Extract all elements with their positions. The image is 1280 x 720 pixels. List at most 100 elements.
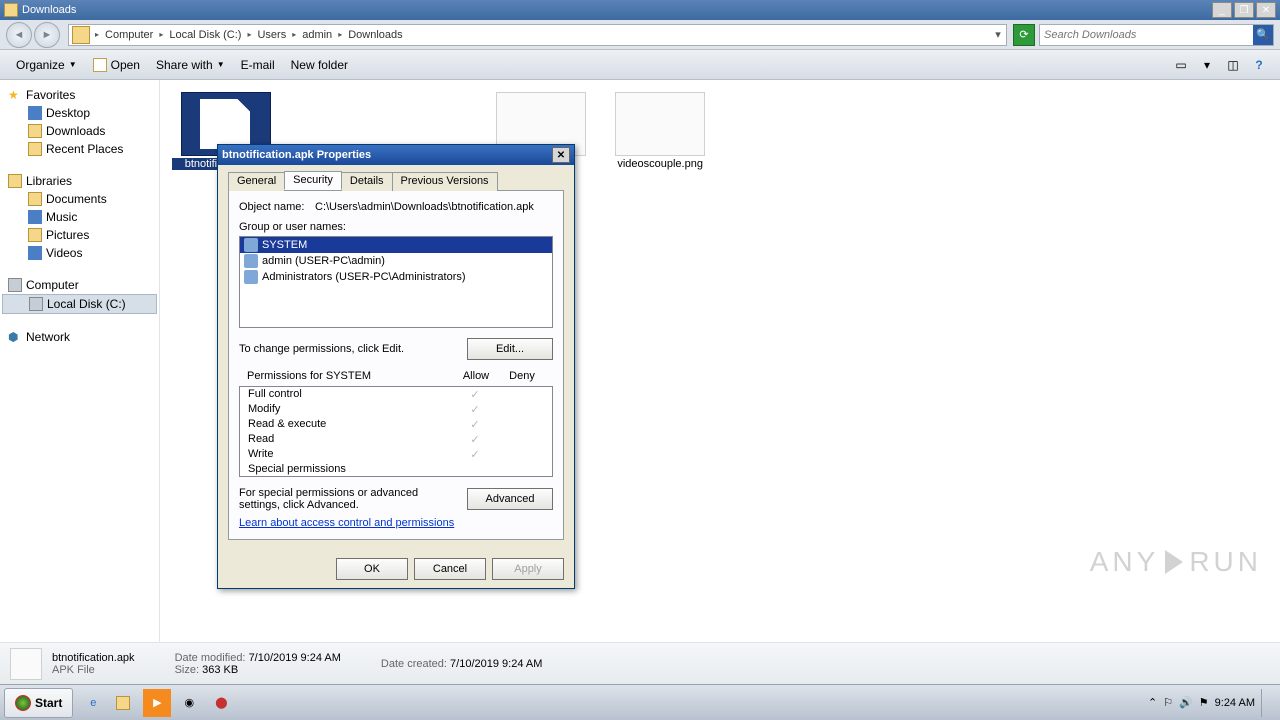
tray-flag-icon[interactable]: ⚑ (1199, 696, 1209, 709)
share-menu[interactable]: Share with▼ (148, 50, 233, 79)
breadcrumb-segment[interactable]: Downloads (344, 25, 406, 45)
group-item-administrators[interactable]: Administrators (USER-PC\Administrators) (240, 269, 552, 285)
object-name-label: Object name: (239, 201, 315, 213)
tray-volume-icon[interactable]: 🔊 (1179, 696, 1193, 709)
details-filetype: APK File (52, 664, 135, 676)
users-icon (244, 238, 258, 252)
group-item-system[interactable]: SYSTEM (240, 237, 552, 253)
change-permissions-hint: To change permissions, click Edit. (239, 343, 467, 355)
minimize-button[interactable]: _ (1212, 2, 1232, 18)
sidebar-desktop[interactable]: Desktop (0, 104, 159, 122)
sidebar-music[interactable]: Music (0, 208, 159, 226)
breadcrumb-segment[interactable]: Local Disk (C:) (165, 25, 245, 45)
permission-name: Modify (248, 403, 452, 416)
sidebar-pictures[interactable]: Pictures (0, 226, 159, 244)
maximize-button[interactable]: ❐ (1234, 2, 1254, 18)
tab-details[interactable]: Details (341, 172, 393, 191)
permissions-listbox: Full control✓Modify✓Read & execute✓Read✓… (239, 386, 553, 477)
taskbar-ie-icon[interactable]: e (79, 689, 107, 717)
cancel-button[interactable]: Cancel (414, 558, 486, 580)
computer-header[interactable]: Computer (0, 276, 159, 294)
dialog-title: btnotification.apk Properties (222, 149, 371, 161)
group-item-admin[interactable]: admin (USER-PC\admin) (240, 253, 552, 269)
advanced-hint: For special permissions or advanced sett… (239, 487, 467, 511)
deny-check-icon (498, 448, 544, 461)
groups-listbox[interactable]: SYSTEM admin (USER-PC\admin) Administrat… (239, 236, 553, 328)
folder-icon (4, 3, 18, 17)
user-icon (244, 254, 258, 268)
advanced-button[interactable]: Advanced (467, 488, 553, 510)
permission-name: Write (248, 448, 452, 461)
dialog-close-button[interactable]: ✕ (552, 147, 570, 163)
permission-name: Special permissions (248, 463, 452, 475)
permission-name: Read (248, 433, 452, 446)
breadcrumb-segment[interactable]: admin (298, 25, 336, 45)
permission-row: Write✓ (240, 447, 552, 462)
security-panel: Object name: C:\Users\admin\Downloads\bt… (228, 191, 564, 540)
network-header[interactable]: ⬢Network (0, 328, 159, 346)
search-box[interactable]: 🔍 (1039, 24, 1274, 46)
view-mode-button[interactable]: ▭ (1171, 55, 1191, 75)
breadcrumb-segment[interactable]: Users (253, 25, 290, 45)
file-item[interactable]: videoscouple.png (606, 92, 714, 170)
allow-check-icon: ✓ (452, 433, 498, 446)
groups-label: Group or user names: (239, 221, 553, 233)
details-filename: btnotification.apk (52, 652, 135, 664)
window-titlebar: Downloads _ ❐ ✕ (0, 0, 1280, 20)
learn-more-link[interactable]: Learn about access control and permissio… (239, 517, 553, 529)
preview-pane-button[interactable]: ◫ (1223, 55, 1243, 75)
allow-header: Allow (453, 370, 499, 382)
deny-check-icon (498, 403, 544, 416)
command-toolbar: Organize▼ Open Share with▼ E-mail New fo… (0, 50, 1280, 80)
permission-row: Read & execute✓ (240, 417, 552, 432)
sidebar-documents[interactable]: Documents (0, 190, 159, 208)
tab-previous-versions[interactable]: Previous Versions (392, 172, 498, 191)
deny-check-icon (498, 463, 544, 475)
libraries-header[interactable]: Libraries (0, 172, 159, 190)
taskbar-chrome-icon[interactable]: ◉ (175, 689, 203, 717)
search-icon[interactable]: 🔍 (1253, 25, 1273, 45)
search-input[interactable] (1040, 29, 1253, 41)
permission-row: Special permissions (240, 462, 552, 476)
sidebar-videos[interactable]: Videos (0, 244, 159, 262)
location-folder-icon (72, 26, 90, 44)
sidebar-recent[interactable]: Recent Places (0, 140, 159, 158)
start-button[interactable]: Start (4, 688, 73, 718)
deny-header: Deny (499, 370, 545, 382)
view-dropdown-icon[interactable]: ▾ (1197, 55, 1217, 75)
tab-general[interactable]: General (228, 172, 285, 191)
taskbar-app-icon[interactable]: ⬤ (207, 689, 235, 717)
file-thumbnail (615, 92, 705, 156)
permission-name: Read & execute (248, 418, 452, 431)
edit-button[interactable]: Edit... (467, 338, 553, 360)
tab-security[interactable]: Security (284, 171, 342, 190)
apply-button[interactable]: Apply (492, 558, 564, 580)
breadcrumb-segment[interactable]: Computer (101, 25, 157, 45)
dialog-tabs: General Security Details Previous Versio… (228, 171, 564, 191)
ok-button[interactable]: OK (336, 558, 408, 580)
back-button[interactable]: ◄ (6, 22, 32, 48)
tray-expand-icon[interactable]: ⌃ (1148, 696, 1157, 709)
users-icon (244, 270, 258, 284)
favorites-header[interactable]: ★Favorites (0, 86, 159, 104)
breadcrumb-dropdown-icon[interactable]: ▾ (990, 28, 1006, 41)
taskbar-media-icon[interactable]: ▶ (143, 689, 171, 717)
taskbar: Start e ▶ ◉ ⬤ ⌃ ⚐ 🔊 ⚑ 9:24 AM (0, 684, 1280, 720)
sidebar-local-disk[interactable]: Local Disk (C:) (2, 294, 157, 314)
tray-action-icon[interactable]: ⚐ (1163, 696, 1173, 709)
breadcrumb[interactable]: ▸ Computer▸ Local Disk (C:)▸ Users▸ admi… (68, 24, 1007, 46)
system-tray: ⌃ ⚐ 🔊 ⚑ 9:24 AM (1139, 689, 1280, 717)
taskbar-explorer-icon[interactable] (111, 689, 139, 717)
new-folder-button[interactable]: New folder (283, 50, 356, 79)
dialog-titlebar[interactable]: btnotification.apk Properties ✕ (218, 145, 574, 165)
refresh-button[interactable]: ⟳ (1013, 24, 1035, 46)
forward-button[interactable]: ► (34, 22, 60, 48)
tray-showdesktop[interactable] (1261, 689, 1271, 717)
help-button[interactable]: ? (1249, 55, 1269, 75)
organize-menu[interactable]: Organize▼ (8, 50, 85, 79)
sidebar-downloads[interactable]: Downloads (0, 122, 159, 140)
close-button[interactable]: ✕ (1256, 2, 1276, 18)
tray-clock[interactable]: 9:24 AM (1215, 697, 1255, 709)
email-button[interactable]: E-mail (233, 50, 283, 79)
open-button[interactable]: Open (85, 50, 148, 79)
